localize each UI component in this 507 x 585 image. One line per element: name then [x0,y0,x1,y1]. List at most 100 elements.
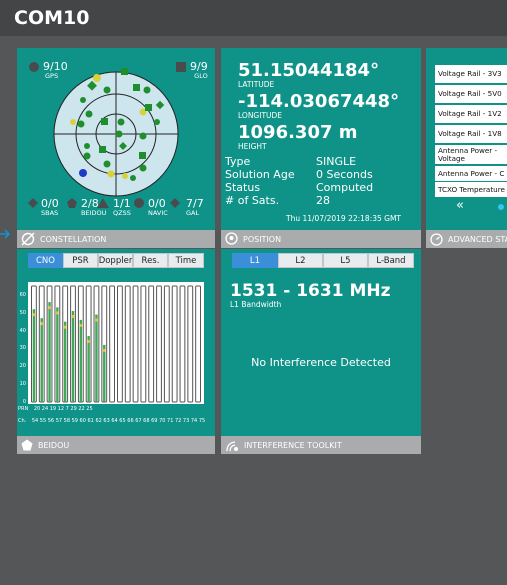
advanced-status-footer[interactable]: ADVANCED STA [426,230,507,248]
y-tick-label: 20 [19,363,26,370]
cno-bar [87,335,90,402]
cno-bar-tip [71,314,75,318]
gal-legend-icon [170,198,180,208]
gal-stat: 7/7 GAL [186,198,204,217]
type-key: Type [225,155,251,168]
tab-doppler[interactable]: Doppler [98,253,133,268]
constellation-panel[interactable]: 9/10 GPS 9/9 GLO 0/0 SBAS 2/8 BEIDOU 1/1… [17,48,215,230]
position-footer-label: POSITION [243,234,282,244]
status-row-tcxo[interactable]: TCXO Temperature [435,182,507,197]
channel-slot [156,285,162,403]
cno-bar-tip [79,323,83,327]
cno-bar [79,319,83,402]
interference-panel[interactable]: 1531 - 1631 MHz L1 Bandwidth No Interfer… [221,249,421,436]
navic-legend-icon [134,198,144,208]
channel-slot [148,285,155,403]
tab-psr[interactable]: PSR [63,253,98,268]
glo-legend-icon [176,62,186,72]
y-tick-label: 60 [19,291,26,298]
beidou-stat: 2/8 BEIDOU [81,198,106,217]
band-label: L1 Bandwidth [230,300,282,309]
status-row-3v3[interactable]: Voltage Rail - 3V3 [435,65,507,83]
advanced-status-nav: « [426,200,507,230]
channel-slot [109,285,115,403]
prn-row: PRN 20 24 19 12 7 29 22 25 [18,406,93,412]
qzss-stat: 1/1 QZSS [113,198,131,217]
status-row-1v2[interactable]: Voltage Rail - 1V2 [435,105,507,123]
cno-bars [31,285,202,403]
height-value: 1096.307 m [238,122,358,143]
glo-label: GLO [194,72,208,80]
sbas-legend-icon [28,198,38,208]
position-panel[interactable]: 51.15044184° LATITUDE -114.03067448° LON… [221,48,421,230]
position-footer[interactable]: POSITION [221,230,421,248]
cno-bar-tip [48,306,51,310]
tab-res[interactable]: Res. [133,253,168,268]
latitude-value: 51.15044184° [238,60,380,81]
beidou-footer[interactable]: BEIDOU [17,436,215,454]
channel-slot [187,285,194,403]
longitude-value: -114.03067448° [238,91,400,112]
band-range: 1531 - 1631 MHz [230,281,391,301]
navic-label: NAVIC [148,209,168,217]
y-tick-label: 30 [19,345,26,352]
beidou-footer-label: BEIDOU [38,440,70,450]
position-timestamp: Thu 11/07/2019 22:18:35 GMT [286,214,402,223]
cno-bar [95,314,98,402]
sats-key: # of Sats. [225,194,280,207]
channel-slot [132,285,139,403]
ch-label: Ch. [18,418,27,424]
tab-l2[interactable]: L2 [278,253,323,268]
channel-slot [195,285,202,403]
cno-bar [63,321,67,402]
y-tick-label: 40 [19,327,26,334]
interference-footer[interactable]: INTERFERENCE TOOLKIT [221,436,421,454]
cno-bar-tip [95,318,98,322]
status-row-1v8[interactable]: Voltage Rail - 1V8 [435,125,507,143]
channel-slot [171,285,178,403]
ch-row: Ch. 54 55 56 57 58 59 60 61 62 63 64 65 … [18,418,205,424]
y-tick-label: 10 [19,381,26,388]
cno-bar-tip [103,348,106,352]
pentagon-icon [21,439,33,451]
cno-bar-tip [40,322,43,326]
prn-values: 20 24 19 12 7 29 22 25 [33,406,93,412]
beidou-label: BEIDOU [81,209,107,217]
tab-cno[interactable]: CNO [28,253,63,268]
status-row-antenna-current[interactable]: Antenna Power - C [435,166,507,181]
tab-l5[interactable]: L5 [323,253,368,268]
cno-bar [71,310,75,402]
interference-message: No Interference Detected [251,356,391,369]
channel-slot [179,285,186,403]
type-value: SINGLE [316,155,357,168]
cno-bar [32,309,36,402]
gps-legend-icon [29,62,39,72]
channel-slot [124,285,131,403]
tab-time[interactable]: Time [168,253,204,268]
gps-label: GPS [45,72,59,80]
tab-l-band[interactable]: L-Band [368,253,414,268]
advanced-status-panel[interactable]: Voltage Rail - 3V3 Voltage Rail - 5V0 Vo… [426,48,507,200]
antenna-icon [226,440,238,451]
prev-page-icon[interactable]: « [456,200,464,213]
cno-bar [40,318,43,402]
latitude-label: LATITUDE [238,80,275,89]
height-label: HEIGHT [238,142,267,151]
y-tick-label: 50 [19,309,26,316]
cno-bar [48,302,51,402]
interference-footer-label: INTERFERENCE TOOLKIT [244,440,342,450]
constellation-footer[interactable]: CONSTELLATION [17,230,215,248]
cno-bar [103,344,106,402]
tab-l1[interactable]: L1 [232,253,278,268]
status-row-5v0[interactable]: Voltage Rail - 5V0 [435,85,507,103]
sats-value: 28 [316,194,330,207]
page-indicator-dot[interactable] [498,204,504,210]
prn-label: PRN [18,406,29,412]
status-row-antenna-voltage[interactable]: Antenna Power - Voltage [435,145,507,164]
window-title: COM10 [14,7,90,29]
drag-arrow-icon[interactable] [0,227,12,241]
gal-label: GAL [186,209,200,217]
glo-stat: 9/9 GLO [190,61,208,80]
channel-slot [140,285,147,403]
cno-bar-tip [32,313,36,317]
